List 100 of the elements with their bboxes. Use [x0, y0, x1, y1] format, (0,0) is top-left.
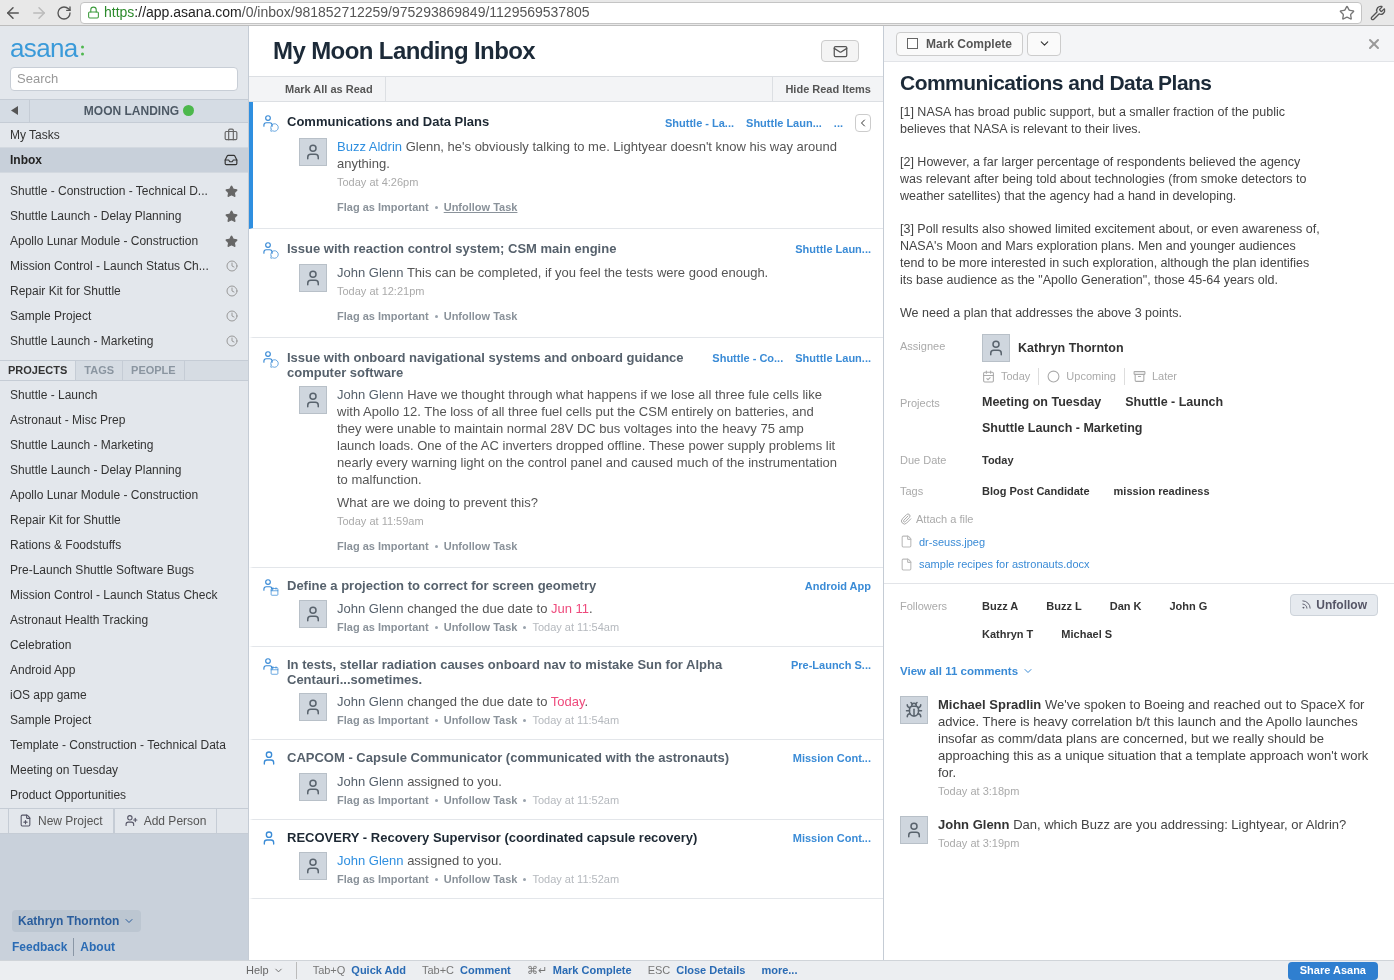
star-icon[interactable] [225, 209, 238, 223]
project-link[interactable]: Shuttle - Launch [1125, 392, 1224, 412]
shortcut-item[interactable]: Shuttle Launch - Marketing [0, 328, 248, 354]
user-link[interactable]: John Glenn [337, 264, 404, 280]
user-link[interactable]: John Glenn [938, 816, 1010, 832]
task-title[interactable]: In tests, stellar radiation causes onboard nav to mistake Sun for Alpha Centauri...sometimes. [287, 657, 779, 687]
project-item[interactable]: Shuttle Launch - Marketing [0, 432, 248, 458]
inbox-item[interactable]: Define a projection to correct for screen geometry Android App John Glenn changed the due date to Jun 11. Flag as Important Unfollow Task Today at 11:54am [249, 567, 883, 647]
wrench-icon[interactable] [1370, 4, 1386, 21]
tag-link[interactable]: mission readiness [1113, 482, 1210, 499]
collapse-button[interactable] [855, 114, 871, 132]
attachment-link[interactable]: sample recipes for astronauts.docx [919, 556, 1090, 573]
project-item[interactable]: Template - Construction - Technical Data [0, 732, 248, 758]
project-item[interactable]: Celebration [0, 632, 248, 658]
follower-name[interactable]: Dan K [1109, 597, 1142, 614]
project-item[interactable]: Android App [0, 657, 248, 683]
star-icon[interactable] [225, 184, 238, 198]
task-title[interactable]: Issue with reaction control system; CSM main engine [287, 241, 784, 256]
search-field[interactable]: Search [10, 66, 238, 91]
bookmark-star-icon[interactable] [1339, 4, 1355, 21]
inbox-item[interactable]: Issue with reaction control system; CSM main engine Shuttle Laun... John Glenn This can be completed, if you feel the tests were good enough. Today at 12:21pm Flag as Important Unfollow Task [249, 229, 883, 338]
project-link[interactable]: Shuttle Launch - Marketing [982, 419, 1143, 438]
nav-item[interactable]: Inbox [0, 147, 248, 173]
task-title[interactable]: Define a projection to correct for screen geometry [287, 577, 793, 593]
shortcut-item[interactable]: Mission Control - Launch Status Ch... [0, 253, 248, 279]
follower-name[interactable]: Kathryn T [982, 626, 1034, 643]
hide-read-items-button[interactable]: Hide Read Items [772, 77, 883, 101]
task-title[interactable]: Communications and Data Plans [287, 114, 653, 129]
project-item[interactable]: Pre-Launch Shuttle Software Bugs [0, 557, 248, 583]
tag-link[interactable]: Blog Post Candidate [982, 482, 1090, 499]
project-tag-link[interactable]: Shuttle Laun... [795, 349, 871, 366]
task-title[interactable]: Issue with onboard navigational systems and onboard guidance computer software [287, 349, 701, 380]
due-date-value[interactable]: Today [982, 446, 1378, 469]
project-item[interactable]: Product Opportunities [0, 782, 248, 808]
attachment-link[interactable]: dr-seuss.jpeg [919, 533, 986, 550]
star-icon[interactable] [225, 234, 238, 248]
task-title[interactable]: RECOVERY - Recovery Supervisor (coordinated capsule recovery) [287, 829, 781, 845]
project-tag-link[interactable]: Shuttle Laun... [795, 241, 871, 258]
more-shortcuts-link[interactable]: more... [761, 962, 798, 979]
inbox-item[interactable]: RECOVERY - Recovery Supervisor (coordinated capsule recovery) Mission Cont... John Glenn assigned to you. Flag as Important Unfollow Task Today at 11:52am [249, 819, 883, 899]
project-item[interactable]: Apollo Lunar Module - Construction [0, 482, 248, 508]
project-item[interactable]: Rations & Foodstuffs [0, 532, 248, 558]
archive-mail-button[interactable] [821, 40, 859, 62]
user-link[interactable]: John Glenn [337, 386, 404, 402]
project-tag-link[interactable]: Shuttle - Co... [712, 349, 784, 366]
project-tag-link[interactable]: Shuttle Laun... [746, 114, 822, 132]
shortcut-link[interactable]: Comment [460, 962, 511, 979]
more-tags-link[interactable]: ... [833, 114, 843, 132]
follower-name[interactable]: Michael S [1061, 626, 1113, 643]
mark-all-read-button[interactable]: Mark All as Read [249, 77, 386, 101]
project-item[interactable]: Shuttle Launch - Delay Planning [0, 457, 248, 483]
assignee-name[interactable]: Kathryn Thornton [1018, 338, 1124, 358]
shortcut-link[interactable]: Quick Add [351, 962, 406, 979]
unfollow-button[interactable]: Unfollow [1290, 593, 1378, 616]
follower-name[interactable]: Buzz L [1046, 597, 1082, 614]
shortcut-item[interactable]: Apollo Lunar Module - Construction [0, 228, 248, 254]
project-item[interactable]: Meeting on Tuesday [0, 757, 248, 783]
new-project-button[interactable]: New Project [8, 808, 114, 833]
project-item[interactable]: Astronaut - Misc Prep [0, 407, 248, 433]
project-item[interactable]: Repair Kit for Shuttle [0, 507, 248, 533]
project-item[interactable]: Shuttle - Launch [0, 382, 248, 408]
project-item[interactable]: iOS app game [0, 682, 248, 708]
user-link[interactable]: John Glenn [337, 601, 404, 616]
user-menu-button[interactable]: Kathryn Thornton [12, 910, 142, 932]
inbox-item[interactable]: CAPCOM - Capsule Communicator (communicated with the astronauts) Mission Cont... John Glenn assigned to you. Flag as Important Unfollow Task Today at 11:52am [249, 740, 883, 820]
project-item[interactable]: Sample Project [0, 707, 248, 733]
user-link[interactable]: Buzz Aldrin [337, 139, 403, 154]
add-person-button[interactable]: Add Person [113, 808, 218, 833]
help-menu-button[interactable]: Help [246, 962, 297, 979]
shortcut-link[interactable]: Close Details [676, 962, 746, 979]
user-link[interactable]: John Glenn [337, 694, 404, 709]
nav-item[interactable]: My Tasks [0, 122, 248, 148]
reload-icon[interactable] [56, 4, 72, 21]
project-link[interactable]: Meeting on Tuesday [982, 392, 1102, 412]
about-link[interactable]: About [74, 938, 115, 956]
project-tag-link[interactable]: Shuttle - La... [665, 114, 735, 132]
shortcut-link[interactable]: Mark Complete [552, 962, 632, 979]
view-all-comments-link[interactable]: View all 11 comments [900, 662, 1378, 680]
user-link[interactable]: John Glenn [337, 853, 404, 868]
project-item[interactable]: Astronaut Health Tracking [0, 607, 248, 633]
address-bar[interactable]: https://app.asana.com/0/inbox/981852712259/975293869849/1129569537805 [80, 1, 1362, 24]
share-button[interactable]: Share Asana [1287, 961, 1378, 980]
feedback-link[interactable]: Feedback [12, 938, 75, 956]
shortcut-item[interactable]: Repair Kit for Shuttle [0, 278, 248, 304]
follower-name[interactable]: Buzz A [982, 597, 1019, 614]
project-tag-link[interactable]: Android App [804, 577, 871, 594]
follower-name[interactable]: John G [1169, 597, 1208, 614]
project-tag-link[interactable]: Mission Cont... [792, 829, 871, 846]
user-link[interactable]: John Glenn [337, 773, 404, 789]
user-link[interactable]: Michael Spradlin [938, 696, 1042, 712]
shortcut-item[interactable]: Shuttle Launch - Delay Planning [0, 203, 248, 229]
project-tag-link[interactable]: Pre-Launch S... [790, 657, 871, 674]
project-tag-link[interactable]: Mission Cont... [792, 750, 871, 767]
task-title[interactable]: CAPCOM - Capsule Communicator (communicated with the astronauts) [287, 750, 781, 765]
sidebar-tab[interactable]: PROJECTS [0, 360, 77, 380]
inbox-item[interactable]: In tests, stellar radiation causes onboard nav to mistake Sun for Alpha Centauri...sometimes. Pre-Launch S... John Glenn changed the due date to Today. Flag as Important Unfollow Task Today at 11:54am [249, 647, 883, 740]
mark-complete-button[interactable]: Mark Complete [896, 31, 1024, 56]
complete-checkbox[interactable] [907, 38, 918, 49]
shortcut-item[interactable]: Sample Project [0, 303, 248, 329]
shortcut-item[interactable]: Shuttle - Construction - Technical D... [0, 178, 248, 204]
